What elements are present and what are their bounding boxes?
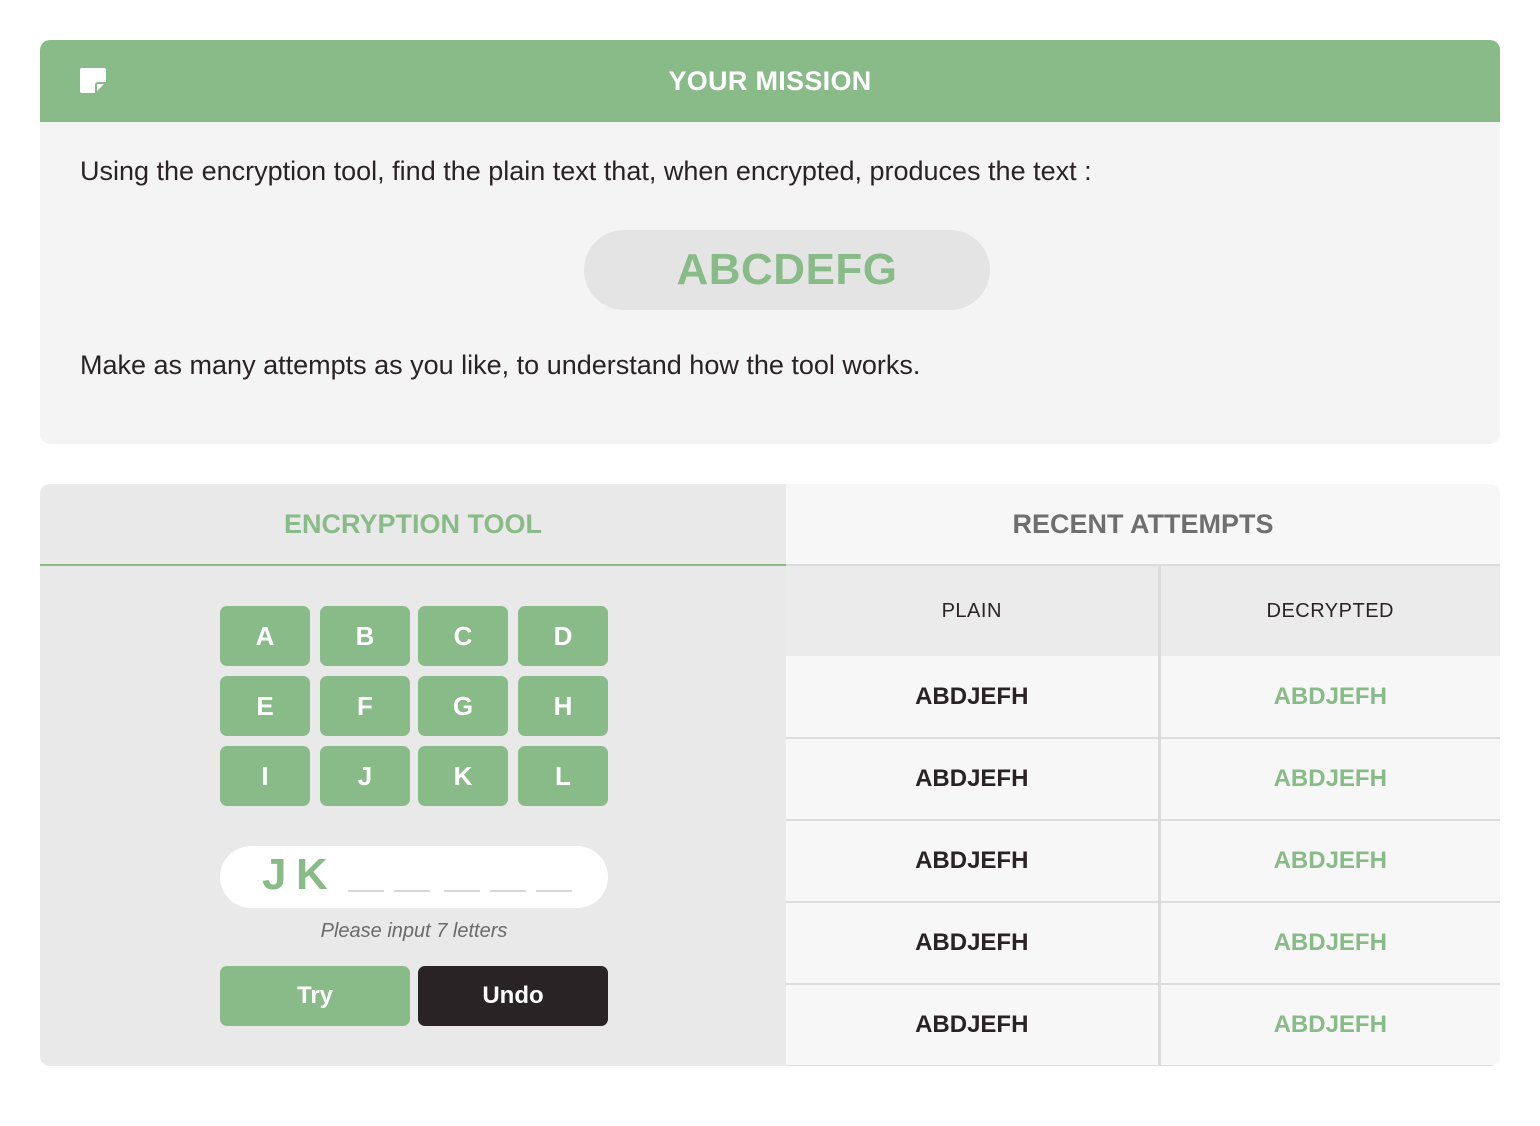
- letter-key-j[interactable]: J: [320, 746, 410, 806]
- empty-letter-slot: [490, 890, 526, 892]
- mission-instruction: Using the encryption tool, find the plai…: [80, 156, 1092, 186]
- letter-key-l[interactable]: L: [518, 746, 608, 806]
- letter-key-i[interactable]: I: [220, 746, 310, 806]
- mission-card: YOUR MISSION Using the encryption tool, …: [40, 40, 1500, 444]
- empty-letter-slot: [394, 890, 430, 892]
- mission-header: YOUR MISSION: [40, 40, 1500, 122]
- plain-cell: ABDJEFH: [786, 738, 1161, 821]
- try-button[interactable]: Try: [220, 966, 410, 1026]
- encryption-tool-panel: ENCRYPTION TOOL A B C D E F G H I J K L …: [40, 484, 786, 1066]
- plain-cell: ABDJEFH: [786, 656, 1161, 739]
- letter-key-c[interactable]: C: [418, 606, 508, 666]
- attempts-header-row: PLAIN DECRYPTED: [786, 566, 1500, 656]
- tab-encryption-tool[interactable]: ENCRYPTION TOOL: [40, 484, 786, 566]
- letter-key-f[interactable]: F: [320, 676, 410, 736]
- table-row: ABDJEFH ABDJEFH: [786, 902, 1500, 985]
- recent-attempts-panel: RECENT ATTEMPTS PLAIN DECRYPTED ABDJEFH …: [786, 484, 1500, 1066]
- letter-key-b[interactable]: B: [320, 606, 410, 666]
- letter-input-field[interactable]: J K: [220, 846, 608, 908]
- decrypted-cell: ABDJEFH: [1159, 656, 1500, 739]
- table-row: ABDJEFH ABDJEFH: [786, 984, 1500, 1066]
- column-header-plain: PLAIN: [786, 566, 1161, 656]
- decrypted-cell: ABDJEFH: [1159, 902, 1500, 985]
- letter-key-g[interactable]: G: [418, 676, 508, 736]
- letter-key-h[interactable]: H: [518, 676, 608, 736]
- mission-footer: Make as many attempts as you like, to un…: [80, 350, 921, 380]
- typed-letter: K: [296, 850, 328, 899]
- sticky-note-icon: [80, 68, 106, 93]
- input-hint: Please input 7 letters: [320, 920, 508, 942]
- plain-cell: ABDJEFH: [786, 984, 1161, 1066]
- mission-title: YOUR MISSION: [668, 65, 872, 96]
- attempts-table: PLAIN DECRYPTED ABDJEFH ABDJEFH ABDJEFH …: [786, 566, 1500, 1066]
- tab-recent-attempts[interactable]: RECENT ATTEMPTS: [786, 484, 1500, 566]
- plain-cell: ABDJEFH: [786, 820, 1161, 903]
- tool-card: ENCRYPTION TOOL A B C D E F G H I J K L …: [40, 484, 1500, 1066]
- column-header-decrypted: DECRYPTED: [1159, 566, 1500, 656]
- table-row: ABDJEFH ABDJEFH: [786, 656, 1500, 739]
- letter-key-e[interactable]: E: [220, 676, 310, 736]
- decrypted-cell: ABDJEFH: [1159, 820, 1500, 903]
- letter-key-k[interactable]: K: [418, 746, 508, 806]
- table-row: ABDJEFH ABDJEFH: [786, 820, 1500, 903]
- decrypted-cell: ABDJEFH: [1159, 984, 1500, 1066]
- empty-letter-slot: [348, 890, 384, 892]
- target-ciphertext: ABCDEFG: [584, 230, 990, 310]
- plain-cell: ABDJEFH: [786, 902, 1161, 985]
- empty-letter-slot: [536, 890, 572, 892]
- typed-letter: J: [262, 850, 287, 899]
- letter-key-a[interactable]: A: [220, 606, 310, 666]
- undo-button[interactable]: Undo: [418, 966, 608, 1026]
- decrypted-cell: ABDJEFH: [1159, 738, 1500, 821]
- letter-key-d[interactable]: D: [518, 606, 608, 666]
- table-row: ABDJEFH ABDJEFH: [786, 738, 1500, 821]
- empty-letter-slot: [444, 890, 480, 892]
